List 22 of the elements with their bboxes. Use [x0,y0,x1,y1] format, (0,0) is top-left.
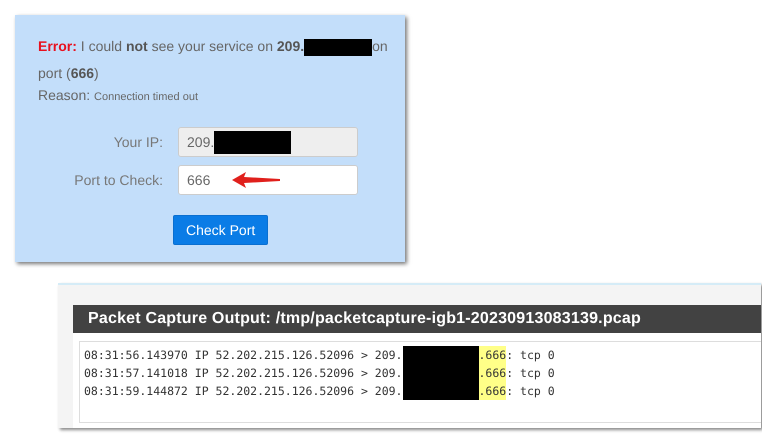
log-text: 08:31:59.144872 IP 52.202.215.126.52096 > 209. [84,383,402,400]
log-text: : tcp 0 [506,365,555,382]
message-text: port (666) [38,64,99,83]
reason-text: Connection timed out [94,91,198,103]
error-label: Error: [38,38,77,54]
reason-label: Reason: [38,87,90,103]
log-text: 08:31:57.141018 IP 52.202.215.126.52096 > 209. [84,365,402,382]
log-text: : tcp 0 [506,347,555,364]
highlighted-port: .666 [478,382,506,400]
highlighted-port: .666 [478,364,506,382]
arrow-icon [232,172,280,188]
message-text: on [372,38,388,54]
field-label: Port to Check: [73,172,164,188]
field-label: Your IP: [112,134,164,150]
check-port-button[interactable]: Check Port [173,215,268,245]
log-text: : tcp 0 [506,383,555,400]
redaction-block [304,38,372,56]
log-text: 08:31:56.143970 IP 52.202.215.126.52096 > 209. [84,347,402,364]
input-field[interactable]: 666 [178,165,358,195]
panel-header: Packet Capture Output: /tmp/packetcapture-igb1-20230913083139.pcap [73,305,761,333]
message-text: I could not see your service on 209. [80,38,304,54]
highlighted-port: .666 [478,346,506,364]
